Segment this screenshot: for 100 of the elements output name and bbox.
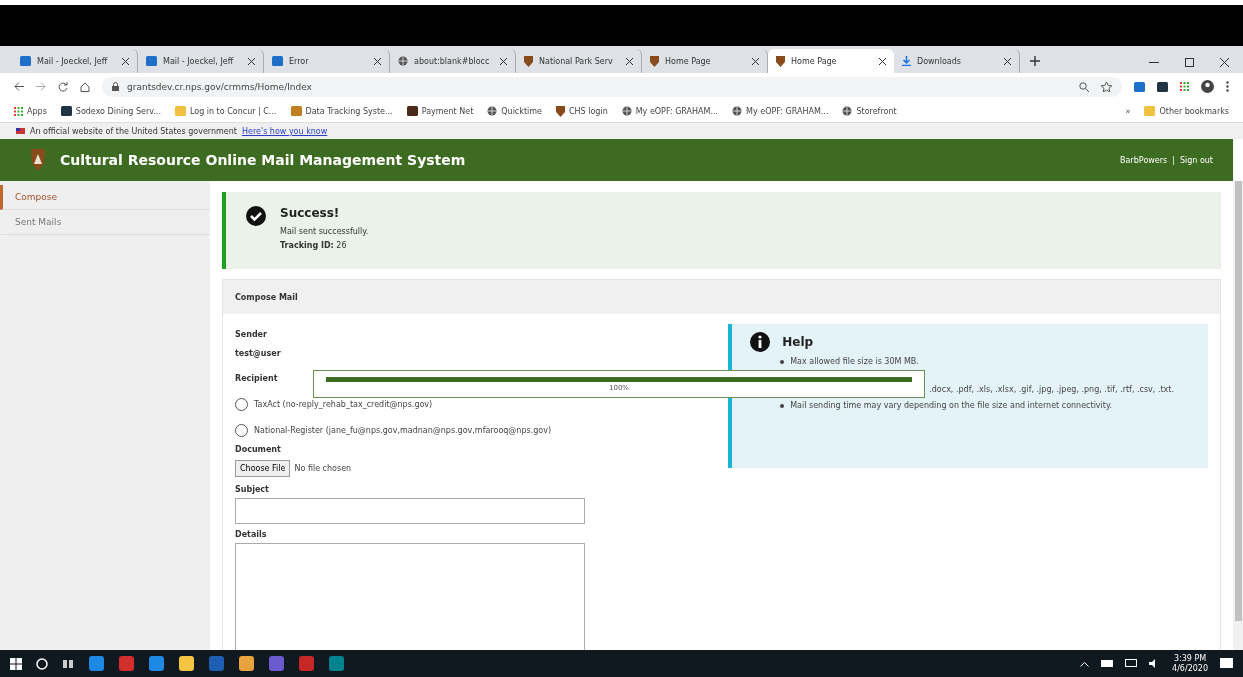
- globe-icon: [398, 56, 408, 66]
- home-icon[interactable]: [80, 81, 90, 92]
- taskbar-app-icon[interactable]: [88, 655, 104, 672]
- info-icon: [750, 332, 771, 352]
- zoom-icon[interactable]: [1079, 81, 1089, 92]
- mail-icon: [146, 56, 157, 66]
- mail-icon: [272, 56, 283, 66]
- browser-tab[interactable]: Mail - Joeckel, Jeff: [138, 49, 264, 73]
- sidebar-item[interactable]: Sent Mails: [0, 210, 210, 235]
- browser-tab[interactable]: Downloads: [894, 49, 1020, 73]
- bookmark-link[interactable]: Other bookmarks: [1144, 106, 1229, 116]
- address-bar[interactable]: grantsdev.cr.nps.gov/crmms/Home/Index: [102, 76, 1122, 97]
- card-title: Compose Mail: [223, 280, 1220, 314]
- apps-grid-icon: [14, 106, 23, 116]
- recipient-option[interactable]: TaxAct (no-reply_rehab_tax_credit@nps.gov): [235, 391, 599, 417]
- mail-icon: [20, 56, 31, 66]
- bookmark-link[interactable]: Log in to Concur | C...: [174, 106, 277, 116]
- taskbar-app-icon[interactable]: [238, 655, 254, 672]
- arrowhead-logo-icon: [30, 149, 46, 171]
- restore-icon[interactable]: [1185, 58, 1194, 67]
- extension-icon: [1157, 81, 1168, 92]
- browser-tab[interactable]: Mail - Joeckel, Jeff: [12, 49, 138, 73]
- banner-text: An official website of the United States government: [30, 126, 237, 136]
- sender-value: test@user: [235, 349, 282, 358]
- minimize-icon[interactable]: [1149, 61, 1159, 64]
- browser-tab[interactable]: Home Page: [768, 49, 894, 73]
- user-name: BarbPowers: [1120, 155, 1168, 165]
- help-text: Mail sending time may vary depending on the file size and internet connectivity.: [790, 400, 1113, 412]
- close-icon[interactable]: [1004, 57, 1011, 65]
- flag-icon: [16, 128, 25, 134]
- recipient-option[interactable]: National-Register (jane_fu@nps.gov,madnan@nps.gov,mfarooq@nps.gov): [235, 417, 599, 443]
- globe-icon: [732, 106, 743, 116]
- field-label: Document: [235, 445, 282, 454]
- close-icon[interactable]: [1220, 58, 1229, 67]
- lock-icon: [112, 82, 119, 91]
- app-title: Cultural Resource Online Mail Management System: [60, 152, 466, 168]
- folder-icon: [1144, 106, 1156, 116]
- help-text: .docx, .pdf, .xls, .xlsx, .gif, .jpg, .jpeg, .png, .tif, .rtf, .csv, .txt.: [928, 384, 1175, 396]
- field-label: Recipient: [235, 374, 279, 383]
- url-text: grantsdev.cr.nps.gov/crmms/Home/Index: [127, 81, 312, 92]
- close-icon[interactable]: [248, 57, 255, 65]
- help-text: Max allowed file size is 30M MB.: [790, 356, 919, 368]
- bookmark-link[interactable]: Storefront: [842, 106, 897, 116]
- search-icon[interactable]: [36, 657, 48, 670]
- menu-icon[interactable]: [1226, 81, 1229, 92]
- field-label: Sender: [235, 330, 268, 339]
- alert-title: Success!: [280, 206, 341, 220]
- close-icon[interactable]: [626, 57, 633, 65]
- choose-file-button[interactable]: Choose File: [235, 460, 291, 477]
- bookmark-link[interactable]: Payment Net: [406, 106, 474, 116]
- back-arrow-icon[interactable]: [14, 82, 24, 91]
- browser-tab[interactable]: about:blank#blocc: [390, 49, 516, 73]
- field-label: Subject: [235, 485, 270, 494]
- tracking-id: Tracking ID: 26: [280, 240, 348, 252]
- new-tab-icon[interactable]: [1030, 56, 1040, 66]
- globe-icon: [842, 106, 853, 116]
- apps-grid-icon: [1180, 82, 1189, 91]
- globe-icon: [621, 106, 632, 116]
- help-title: Help: [782, 335, 814, 349]
- more-bookmarks-link[interactable]: »: [1125, 106, 1131, 116]
- taskbar-app-icon[interactable]: [178, 655, 194, 672]
- bookmark-link[interactable]: Data Tracking Syste...: [290, 106, 393, 116]
- sign-out-link[interactable]: Sign out: [1179, 155, 1213, 165]
- file-status: No file chosen: [294, 464, 352, 473]
- close-icon[interactable]: [752, 57, 759, 65]
- field-label: Details: [235, 530, 268, 539]
- browser-tab[interactable]: Error: [264, 49, 390, 73]
- bookmark-link[interactable]: CHS login: [556, 105, 608, 117]
- banner-link[interactable]: Here's how you know: [241, 126, 328, 136]
- download-icon: [902, 56, 911, 66]
- subject-field[interactable]: [235, 498, 585, 524]
- star-icon[interactable]: [1101, 81, 1112, 92]
- shield-icon: [776, 55, 785, 67]
- check-circle-icon: [246, 206, 266, 226]
- close-icon[interactable]: [500, 57, 507, 65]
- profile-icon[interactable]: [1201, 80, 1214, 93]
- close-icon[interactable]: [879, 57, 886, 65]
- shield-icon: [556, 105, 565, 117]
- bookmark-link[interactable]: Apps: [14, 106, 47, 116]
- separator: |: [1172, 155, 1175, 165]
- chevron-up-icon[interactable]: [1080, 660, 1090, 667]
- bookmark-link[interactable]: Sodexo Dining Serv...: [60, 106, 161, 116]
- sidebar-item[interactable]: Compose: [0, 185, 210, 210]
- browser-tab[interactable]: National Park Serv: [516, 49, 642, 73]
- network-icon[interactable]: [1125, 659, 1138, 668]
- reload-icon[interactable]: [58, 81, 68, 92]
- windows-start-icon[interactable]: [10, 657, 22, 670]
- bookmark-link[interactable]: My eOPF: GRAHAM...: [732, 106, 829, 116]
- bookmark-link[interactable]: Quicktime: [487, 106, 542, 116]
- clock[interactable]: 3:39 PM 4/6/2020: [1172, 653, 1208, 674]
- close-icon[interactable]: [122, 57, 129, 65]
- close-icon[interactable]: [374, 57, 381, 65]
- bookmark-link[interactable]: My eOPF: GRAHAM...: [621, 106, 719, 116]
- extension-icon: [1134, 81, 1145, 92]
- details-field[interactable]: [235, 543, 585, 650]
- bullet-dot: [780, 404, 785, 408]
- taskbar-app-icon[interactable]: [148, 655, 164, 672]
- alert-message: Mail sent successfully.: [280, 226, 369, 238]
- notification-icon[interactable]: [1220, 657, 1233, 670]
- task-view-icon[interactable]: [62, 657, 74, 670]
